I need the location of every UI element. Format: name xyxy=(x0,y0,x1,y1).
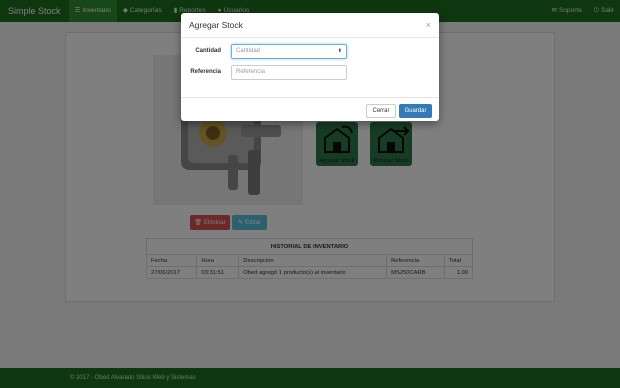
close-icon[interactable]: × xyxy=(426,20,431,30)
add-stock-modal: Agregar Stock × Cantidad Cantidad ⬍ Refe… xyxy=(181,13,439,121)
cancel-button[interactable]: Cerrar xyxy=(366,104,396,118)
spinner-icon[interactable]: ⬍ xyxy=(338,48,342,54)
referencia-input[interactable]: Referencia xyxy=(231,64,347,80)
modal-footer: Cerrar Guardar xyxy=(181,97,439,121)
cantidad-input[interactable]: Cantidad ⬍ xyxy=(231,43,347,59)
referencia-placeholder: Referencia xyxy=(236,69,266,75)
referencia-label: Referencia xyxy=(190,69,221,75)
modal-header: Agregar Stock × xyxy=(181,13,439,38)
cantidad-placeholder: Cantidad xyxy=(236,48,261,54)
referencia-row: Referencia Referencia xyxy=(181,64,439,80)
modal-title: Agregar Stock xyxy=(189,20,243,30)
save-button[interactable]: Guardar xyxy=(399,104,432,118)
cantidad-row: Cantidad Cantidad ⬍ xyxy=(181,43,439,59)
cantidad-label: Cantidad xyxy=(195,48,221,54)
